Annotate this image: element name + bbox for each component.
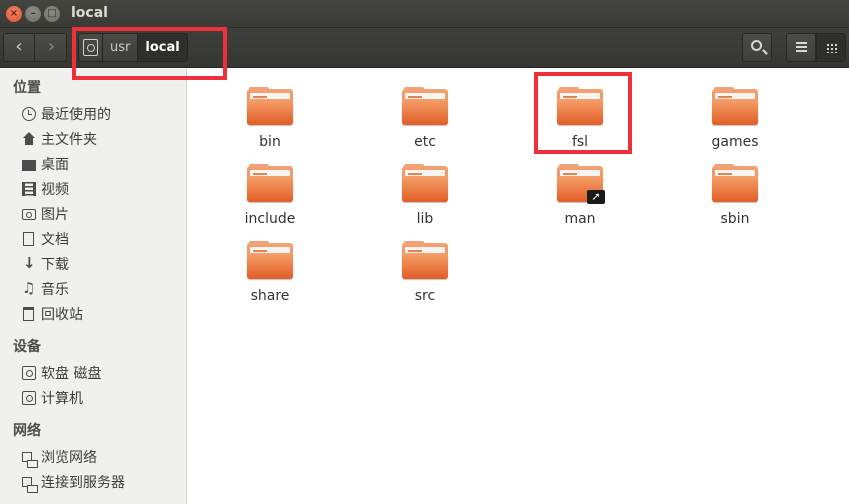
section-header-network: 网络 — [13, 423, 41, 439]
file-item-lib[interactable]: lib — [370, 154, 480, 227]
music-icon — [22, 279, 36, 297]
floppy-icon — [22, 366, 36, 380]
drive-icon — [22, 391, 36, 405]
folder-icon — [402, 164, 448, 202]
sidebar-item-music[interactable]: 音乐 — [22, 278, 69, 300]
sidebar-item-browse-network[interactable]: 浏览网络 — [22, 446, 97, 468]
sidebar-item-documents[interactable]: 文档 — [22, 228, 69, 250]
sidebar-item-floppy[interactable]: 软盘 磁盘 — [22, 362, 101, 384]
chevron-right-icon: › — [47, 36, 56, 57]
sidebar-item-downloads[interactable]: 下载 — [22, 253, 69, 275]
file-item-src[interactable]: src — [370, 231, 480, 304]
sidebar-item-pictures[interactable]: 图片 — [22, 203, 69, 225]
folder-icon — [247, 87, 293, 125]
symlink-arrow-icon: ➚ — [587, 190, 605, 204]
network-icon — [22, 452, 38, 468]
clock-icon — [22, 107, 36, 121]
file-name: lib — [416, 211, 434, 227]
desktop-icon — [22, 159, 36, 171]
navigation-buttons: ‹ › — [3, 33, 67, 62]
sidebar-item-label: 下载 — [41, 257, 69, 273]
list-view-button[interactable] — [786, 33, 816, 62]
chevron-left-icon: ‹ — [15, 36, 23, 57]
file-item-games[interactable]: games — [680, 77, 790, 150]
grid-view-icon — [826, 43, 838, 53]
sidebar-item-trash[interactable]: 回收站 — [22, 303, 83, 325]
forward-button[interactable]: › — [36, 34, 67, 61]
file-item-etc[interactable]: etc — [370, 77, 480, 150]
server-icon — [22, 477, 38, 493]
file-item-bin[interactable]: bin — [215, 77, 325, 150]
file-item-share[interactable]: share — [215, 231, 325, 304]
sidebar-item-label: 回收站 — [41, 307, 83, 323]
folder-icon — [712, 164, 758, 202]
file-item-sbin[interactable]: sbin — [680, 154, 790, 227]
close-window-button[interactable]: × — [6, 6, 22, 22]
sidebar-item-label: 主文件夹 — [41, 132, 97, 148]
search-button[interactable] — [742, 33, 772, 62]
sidebar-item-label: 连接到服务器 — [41, 475, 125, 491]
sidebar-item-desktop[interactable]: 桌面 — [22, 153, 69, 175]
minimize-window-button[interactable]: – — [25, 6, 41, 22]
folder-symlink-icon: ➚ — [557, 164, 605, 204]
sidebar: 位置 最近使用的 主文件夹 桌面 视频 图片 文档 下载 音乐 回收站 设备 软… — [0, 69, 187, 504]
trash-icon — [23, 307, 34, 321]
file-name: etc — [414, 134, 436, 150]
sidebar-item-label: 最近使用的 — [41, 107, 111, 123]
fsl-highlight-box — [534, 72, 632, 154]
section-header-devices: 设备 — [13, 339, 41, 355]
file-grid: bin etc fsl games include lib ➚ man sbin… — [188, 69, 849, 504]
folder-icon — [402, 87, 448, 125]
file-name: games — [711, 134, 759, 150]
grid-view-button[interactable] — [816, 33, 846, 62]
back-button[interactable]: ‹ — [4, 34, 35, 61]
file-name: bin — [259, 134, 281, 150]
file-item-man[interactable]: ➚ man — [525, 154, 635, 227]
window-title: local — [71, 5, 108, 21]
sidebar-item-label: 软盘 磁盘 — [41, 366, 102, 382]
sidebar-item-connect-server[interactable]: 连接到服务器 — [22, 471, 125, 493]
maximize-window-button[interactable]: □ — [44, 6, 60, 22]
sidebar-item-recent[interactable]: 最近使用的 — [22, 103, 111, 125]
path-highlight-box — [72, 27, 227, 80]
sidebar-item-label: 音乐 — [41, 282, 69, 298]
document-icon — [23, 232, 34, 246]
sidebar-item-label: 浏览网络 — [41, 450, 97, 466]
camera-icon — [22, 208, 36, 220]
sidebar-item-label: 计算机 — [41, 391, 83, 407]
file-name: man — [564, 211, 596, 227]
sidebar-item-home[interactable]: 主文件夹 — [22, 128, 97, 150]
sidebar-item-label: 图片 — [41, 207, 69, 223]
list-view-icon — [796, 42, 807, 54]
section-header-places: 位置 — [13, 80, 41, 96]
sidebar-item-label: 视频 — [41, 182, 69, 198]
file-name: sbin — [720, 211, 750, 227]
file-name: share — [250, 288, 290, 304]
file-item-include[interactable]: include — [215, 154, 325, 227]
search-icon — [751, 40, 762, 51]
folder-icon — [247, 164, 293, 202]
sidebar-item-videos[interactable]: 视频 — [22, 178, 69, 200]
folder-icon — [402, 241, 448, 279]
sidebar-item-label: 桌面 — [41, 157, 69, 173]
download-icon — [22, 254, 36, 272]
sidebar-item-computer[interactable]: 计算机 — [22, 387, 83, 409]
folder-icon — [712, 87, 758, 125]
title-bar: × – □ local — [0, 0, 849, 28]
sidebar-item-label: 文档 — [41, 232, 69, 248]
file-name: src — [414, 288, 436, 304]
home-icon — [22, 132, 36, 146]
folder-icon — [247, 241, 293, 279]
video-icon — [22, 182, 36, 196]
file-name: include — [244, 211, 296, 227]
